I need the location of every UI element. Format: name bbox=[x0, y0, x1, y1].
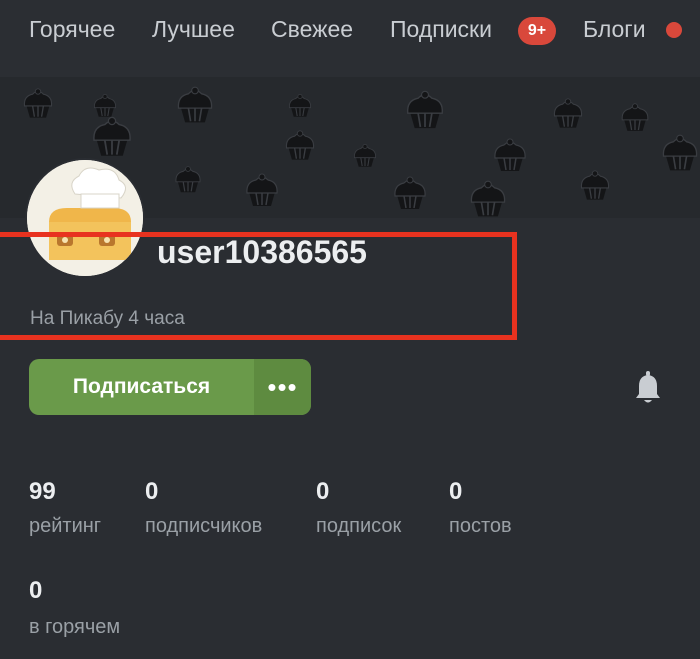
stat-rating-value: 99 bbox=[29, 478, 56, 505]
stat-posts-value: 0 bbox=[449, 478, 463, 505]
stat-posts-label: постов bbox=[449, 515, 512, 537]
stat-hot-value: 0 bbox=[29, 577, 43, 604]
nav-item-subscriptions[interactable]: Подписки bbox=[390, 16, 492, 43]
stat-subscriptions-label: подписок bbox=[316, 515, 402, 537]
bell-icon[interactable] bbox=[632, 371, 664, 405]
blogs-badge bbox=[666, 22, 682, 38]
top-navigation: Горячее Лучшее Свежее Подписки 9+ Блоги bbox=[0, 0, 700, 77]
subscribe-button-group: Подписаться ••• bbox=[29, 359, 311, 415]
stat-followers-value: 0 bbox=[145, 478, 159, 505]
highlight-box bbox=[0, 232, 517, 340]
nav-item-blogs[interactable]: Блоги bbox=[583, 16, 646, 43]
stat-subscriptions-value: 0 bbox=[316, 478, 330, 505]
stat-followers-label: подписчиков bbox=[145, 515, 263, 537]
stat-rating-label: рейтинг bbox=[29, 515, 102, 537]
nav-item-hot[interactable]: Горячее bbox=[29, 16, 115, 43]
stat-hot-label: в горячем bbox=[29, 616, 121, 638]
subscribe-button[interactable]: Подписаться bbox=[29, 359, 254, 415]
more-options-button[interactable]: ••• bbox=[254, 359, 311, 415]
nav-item-fresh[interactable]: Свежее bbox=[271, 16, 353, 43]
subscriptions-badge: 9+ bbox=[518, 17, 556, 45]
nav-item-best[interactable]: Лучшее bbox=[152, 16, 235, 43]
